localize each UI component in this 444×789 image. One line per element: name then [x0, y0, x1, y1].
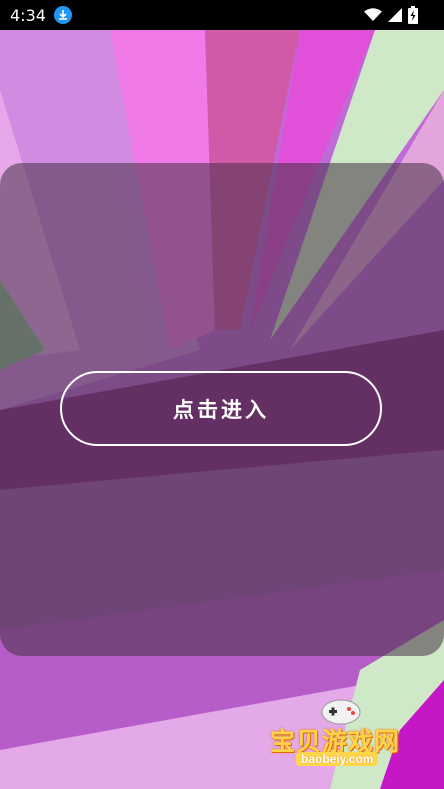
wifi-icon — [364, 8, 382, 21]
status-time: 4:34 — [10, 5, 46, 25]
download-icon — [53, 6, 72, 24]
watermark-url: baobeiy.com — [296, 752, 379, 766]
battery-icon — [408, 6, 418, 24]
status-icons — [364, 6, 418, 24]
watermark-logo: 宝贝游戏网 baobeiy.com — [266, 694, 416, 778]
enter-button[interactable]: 点击进入 — [60, 371, 382, 446]
signal-icon — [388, 8, 402, 22]
status-bar: 4:34 — [0, 0, 444, 30]
